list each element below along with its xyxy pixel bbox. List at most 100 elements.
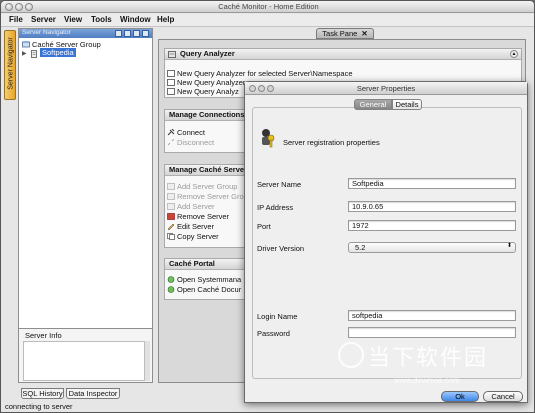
section-title: Query Analyzer bbox=[180, 49, 235, 58]
menu-bar: File Server View Tools Window Help bbox=[1, 14, 534, 27]
task-label: Open Systemmana bbox=[177, 275, 242, 284]
navigator-header: Server Navigator bbox=[19, 29, 152, 38]
title-bar: Caché Monitor - Home Edition bbox=[1, 1, 534, 13]
navigator-title: Server Navigator bbox=[22, 29, 71, 36]
task-label: Remove Server Grou bbox=[177, 192, 248, 201]
watermark-logo-icon bbox=[338, 342, 364, 368]
login-name-field[interactable]: softpedia bbox=[348, 310, 516, 321]
server-group-icon bbox=[22, 41, 30, 48]
window-title: Caché Monitor - Home Edition bbox=[218, 2, 319, 11]
dialog-heading: Server registration properties bbox=[283, 138, 380, 147]
status-text: connecting to server bbox=[5, 402, 73, 411]
task-label: Connect bbox=[177, 128, 205, 137]
label-password: Password bbox=[257, 329, 290, 338]
chevron-updown-icon: ⬍ bbox=[506, 243, 512, 249]
task-label: Copy Server bbox=[177, 232, 219, 241]
label-ip-address: IP Address bbox=[257, 203, 294, 212]
navigator-close-button[interactable] bbox=[142, 30, 149, 37]
server-info-panel: Server Info bbox=[18, 328, 153, 383]
task-label: New Query Analyzer bbox=[177, 78, 246, 87]
query-icon bbox=[167, 79, 175, 86]
ip-address-field[interactable]: 10.9.0.65 bbox=[348, 201, 516, 212]
task-open-documentation[interactable]: Open Caché Docur bbox=[167, 285, 242, 294]
menu-view[interactable]: View bbox=[64, 15, 82, 24]
section-cache-portal: Caché Portal Open Systemmana Open Caché … bbox=[164, 258, 254, 300]
password-field[interactable] bbox=[348, 327, 516, 338]
driver-version-select[interactable]: 5.2 ⬍ bbox=[348, 242, 516, 253]
task-label: New Query Analyz bbox=[177, 87, 239, 96]
task-new-qa-2[interactable]: New Query Analyz bbox=[167, 87, 239, 96]
menu-tools[interactable]: Tools bbox=[91, 15, 112, 24]
label-login-name: Login Name bbox=[257, 312, 298, 321]
dialog-title-bar: Server Properties bbox=[245, 82, 527, 95]
task-label: Edit Server bbox=[177, 222, 215, 231]
remove-icon bbox=[167, 193, 175, 200]
watermark-text: 当下软件园 bbox=[368, 346, 489, 371]
watermark-url: www.downxia.com bbox=[394, 376, 460, 385]
tab-data-inspector[interactable]: Data Inspector bbox=[66, 388, 120, 399]
task-label: Open Caché Docur bbox=[177, 285, 242, 294]
query-analyzer-icon bbox=[168, 51, 176, 58]
task-edit-server[interactable]: Edit Server bbox=[167, 222, 215, 231]
dialog-title: Server Properties bbox=[356, 84, 416, 93]
task-label: Add Server Group bbox=[177, 182, 238, 191]
task-connect[interactable]: Connect bbox=[167, 128, 205, 137]
side-tab-label: Server Navigator bbox=[7, 37, 15, 90]
task-pane-tab-label: Task Pane bbox=[322, 29, 358, 38]
server-name-field[interactable]: Softpedia bbox=[348, 178, 516, 189]
task-label: Disconnect bbox=[177, 138, 215, 147]
task-add-server-group[interactable]: Add Server Group bbox=[167, 182, 238, 191]
close-icon[interactable]: ✕ bbox=[361, 29, 367, 38]
server-icon bbox=[30, 50, 38, 58]
unplug-icon bbox=[167, 138, 175, 146]
task-remove-server-group[interactable]: Remove Server Grou bbox=[167, 192, 248, 201]
task-remove-server[interactable]: Remove Server bbox=[167, 212, 230, 221]
tab-general[interactable]: General bbox=[354, 99, 392, 110]
add-icon bbox=[167, 183, 175, 190]
tab-details[interactable]: Details bbox=[392, 99, 422, 110]
task-copy-server[interactable]: Copy Server bbox=[167, 232, 219, 241]
server-navigator-side-tab[interactable]: Server Navigator bbox=[4, 30, 16, 100]
section-header[interactable]: Caché Portal bbox=[165, 259, 253, 270]
section-header[interactable]: Manage Connections bbox=[165, 110, 253, 121]
task-new-qa[interactable]: New Query Analyzer bbox=[167, 78, 246, 87]
task-open-systemmanagement[interactable]: Open Systemmana bbox=[167, 275, 242, 284]
watermark: 当下软件园 www.downxia.com bbox=[338, 340, 518, 400]
label-driver-version: Driver Version bbox=[257, 244, 305, 253]
section-header[interactable]: Query Analyzer ▲ bbox=[165, 49, 521, 60]
server-info-content bbox=[23, 341, 148, 381]
tab-task-pane[interactable]: Task Pane ✕ bbox=[316, 28, 374, 39]
collapse-icon[interactable]: ▲ bbox=[510, 50, 518, 58]
task-label: Add Server bbox=[177, 202, 215, 211]
label-server-name: Server Name bbox=[257, 180, 302, 189]
task-label: New Query Analyzer for selected Server\N… bbox=[177, 69, 353, 78]
navigator-float-button[interactable] bbox=[115, 30, 122, 37]
globe-icon bbox=[167, 276, 175, 283]
expand-arrow-icon[interactable]: ▶ bbox=[22, 50, 27, 57]
edit-icon bbox=[167, 223, 175, 231]
section-header[interactable]: Manage Caché Serve bbox=[165, 165, 253, 176]
menu-help[interactable]: Help bbox=[157, 15, 174, 24]
tab-sql-history[interactable]: SQL History bbox=[21, 388, 64, 399]
server-info-scrollbar[interactable] bbox=[144, 341, 150, 381]
add-icon bbox=[167, 203, 175, 210]
plug-icon bbox=[167, 128, 175, 136]
task-add-server[interactable]: Add Server bbox=[167, 202, 215, 211]
label-port: Port bbox=[257, 222, 271, 231]
task-label: Remove Server bbox=[177, 212, 230, 221]
query-icon bbox=[167, 70, 175, 77]
server-info-label: Server Info bbox=[25, 331, 62, 340]
navigator-minimize-button[interactable] bbox=[124, 30, 131, 37]
menu-file[interactable]: File bbox=[9, 15, 23, 24]
section-manage-connections: Manage Connections Connect Disconnect bbox=[164, 109, 254, 153]
menu-window[interactable]: Window bbox=[120, 15, 151, 24]
task-disconnect[interactable]: Disconnect bbox=[167, 138, 215, 147]
driver-version-value: 5.2 bbox=[355, 243, 366, 252]
globe-icon bbox=[167, 286, 175, 293]
menu-server[interactable]: Server bbox=[31, 15, 56, 24]
task-new-qa-namespace[interactable]: New Query Analyzer for selected Server\N… bbox=[167, 69, 353, 78]
tree-label-softpedia: Softpedia bbox=[40, 48, 76, 57]
query-icon bbox=[167, 88, 175, 95]
navigator-maximize-button[interactable] bbox=[133, 30, 140, 37]
port-field[interactable]: 1972 bbox=[348, 220, 516, 231]
